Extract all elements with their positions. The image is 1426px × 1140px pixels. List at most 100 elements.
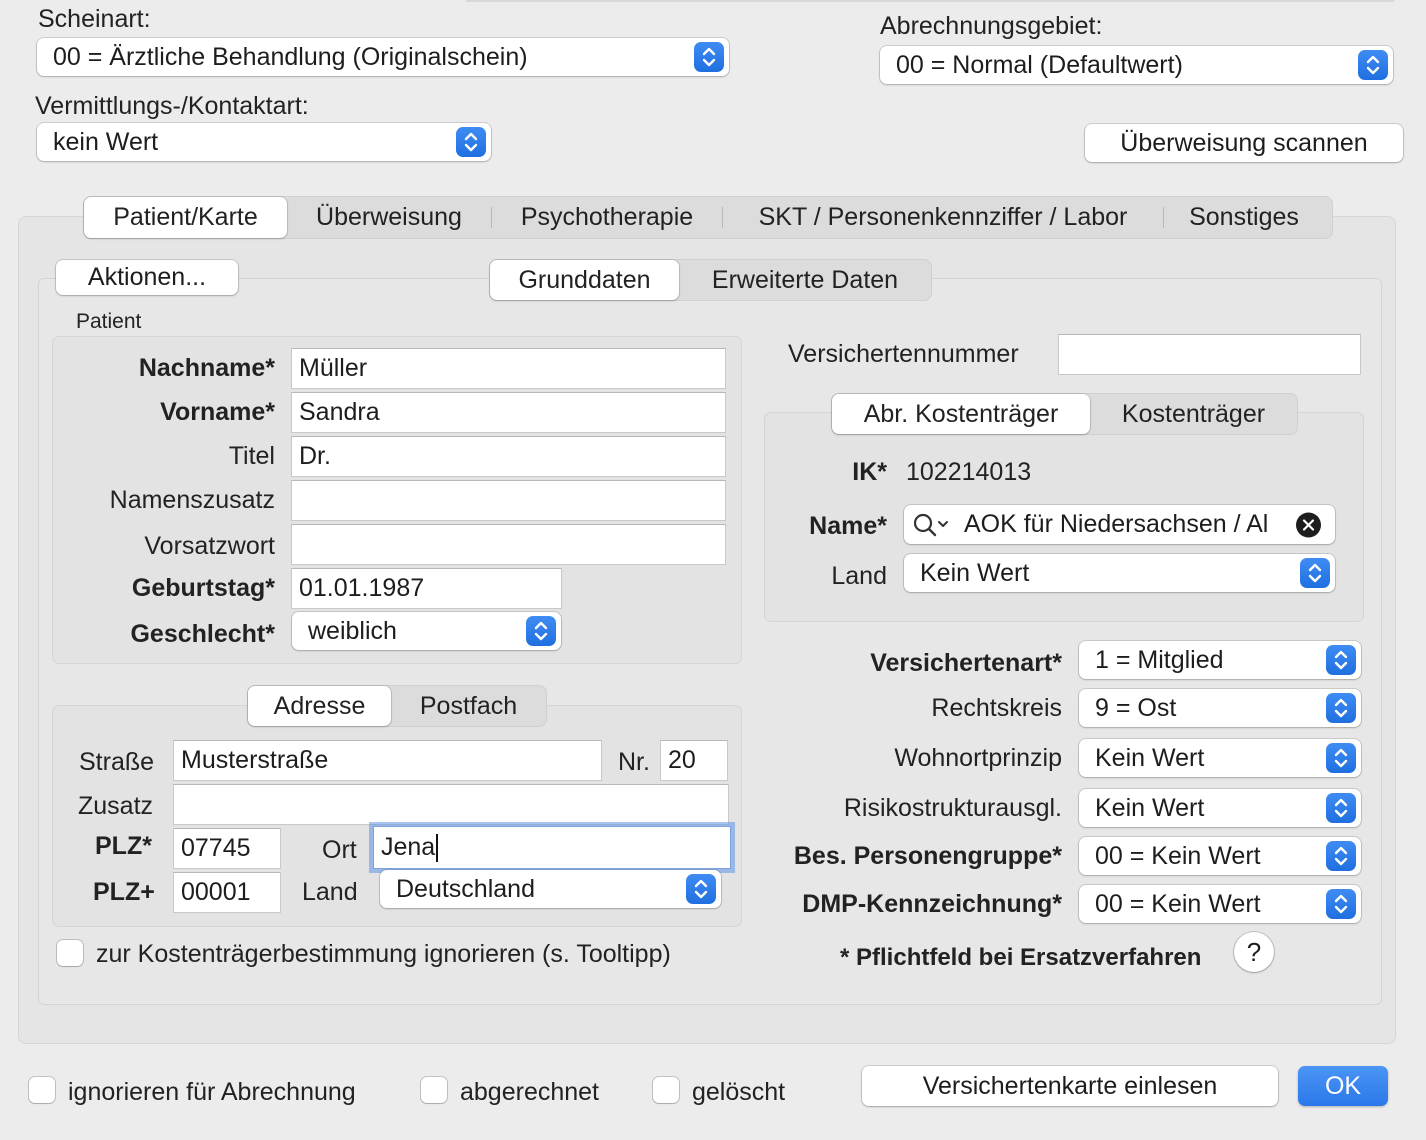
deleted-label: gelöscht: [692, 1078, 786, 1106]
read-card-button[interactable]: Versichertenkarte einlesen: [862, 1066, 1278, 1106]
stepper-icon: [1358, 50, 1388, 80]
tab-ueberweisung[interactable]: Überweisung: [287, 197, 491, 238]
stepper-icon: [1326, 889, 1356, 919]
strasse-value: Musterstraße: [181, 746, 329, 774]
geburtstag-label: Geburtstag*: [131, 574, 275, 602]
plz-value: 07745: [181, 834, 251, 862]
ort-field[interactable]: Jena: [373, 826, 731, 869]
address-tabs: Adresse Postfach: [247, 685, 547, 727]
plz-field[interactable]: 07745: [173, 828, 281, 869]
help-button[interactable]: ?: [1234, 932, 1274, 972]
geschlecht-value: weiblich: [308, 616, 397, 645]
wohnortprinzip-select[interactable]: Kein Wert: [1079, 739, 1361, 777]
tab-patient-karte[interactable]: Patient/Karte: [84, 197, 287, 238]
wohnortprinzip-label: Wohnortprinzip: [894, 744, 1062, 772]
address-land-select[interactable]: Deutschland: [380, 870, 721, 908]
dmp-select[interactable]: 00 = Kein Wert: [1079, 885, 1361, 923]
ignore-billing-label: ignorieren für Abrechnung: [68, 1078, 356, 1106]
kt-name-value: AOK für Niedersachsen / Al: [964, 510, 1269, 538]
actions-button[interactable]: Aktionen...: [56, 260, 238, 295]
stepper-icon: [1326, 841, 1356, 871]
nachname-value: Müller: [299, 354, 368, 382]
plz-label: PLZ*: [95, 832, 152, 860]
stepper-icon: [694, 42, 724, 72]
tab-abr-kostentraeger[interactable]: Abr. Kostenträger: [832, 394, 1090, 434]
clear-icon[interactable]: [1296, 512, 1321, 537]
tab-erweiterte-daten[interactable]: Erweiterte Daten: [679, 260, 931, 300]
risiko-select[interactable]: Kein Wert: [1079, 789, 1361, 827]
namenszusatz-field[interactable]: [291, 480, 726, 521]
geschlecht-label: Geschlecht*: [130, 620, 275, 648]
titel-value: Dr.: [299, 442, 331, 470]
rechtskreis-value: 9 = Ost: [1095, 693, 1177, 722]
stepper-icon: [1326, 793, 1356, 823]
tab-kostentraeger[interactable]: Kostenträger: [1090, 394, 1297, 434]
stepper-icon: [526, 616, 556, 646]
address-land-value: Deutschland: [396, 874, 535, 903]
ort-label: Ort: [322, 836, 357, 864]
versichertenart-label: Versichertenart*: [870, 649, 1062, 677]
vermittlung-label: Vermittlungs-/Kontaktart:: [35, 92, 309, 120]
tab-postfach[interactable]: Postfach: [391, 686, 546, 726]
ok-button[interactable]: OK: [1298, 1066, 1388, 1106]
geschlecht-select[interactable]: weiblich: [292, 612, 561, 650]
stepper-icon: [686, 874, 716, 904]
tab-skt[interactable]: SKT / Personenkennziffer / Labor: [723, 197, 1163, 238]
personengruppe-select[interactable]: 00 = Kein Wert: [1079, 837, 1361, 875]
vermittlung-select[interactable]: kein Wert: [37, 123, 491, 161]
geburtstag-value: 01.01.1987: [299, 574, 425, 602]
zusatz-field[interactable]: [173, 784, 729, 825]
nachname-label: Nachname*: [138, 354, 275, 382]
plzplus-field[interactable]: 00001: [173, 872, 281, 913]
patient-group-label: Patient: [76, 310, 142, 333]
vorsatzwort-field[interactable]: [291, 524, 726, 565]
sub-tabs: Grunddaten Erweiterte Daten: [489, 259, 932, 301]
main-tabs: Patient/Karte Überweisung Psychotherapie…: [83, 196, 1333, 239]
versichertennummer-label: Versichertennummer: [788, 340, 1019, 368]
nr-field[interactable]: 20: [660, 740, 728, 781]
versichertennummer-field[interactable]: [1058, 334, 1361, 375]
dmp-label: DMP-Kennzeichnung*: [802, 890, 1062, 918]
stepper-icon: [456, 127, 486, 157]
tab-adresse[interactable]: Adresse: [248, 686, 391, 726]
scheinart-value: 00 = Ärztliche Behandlung (Originalschei…: [53, 42, 528, 71]
billed-label: abgerechnet: [460, 1078, 600, 1106]
vermittlung-value: kein Wert: [53, 127, 159, 156]
deleted-checkbox[interactable]: [653, 1077, 679, 1103]
personengruppe-label: Bes. Personengruppe*: [793, 842, 1062, 870]
kt-land-select[interactable]: Kein Wert: [904, 554, 1335, 592]
strasse-label: Straße: [79, 748, 155, 776]
strasse-field[interactable]: Musterstraße: [173, 740, 602, 781]
ignore-cost-checkbox[interactable]: [57, 940, 83, 966]
dmp-value: 00 = Kein Wert: [1095, 889, 1261, 918]
scan-referral-button[interactable]: Überweisung scannen: [1085, 124, 1403, 162]
tab-grunddaten[interactable]: Grunddaten: [490, 260, 679, 300]
abrechnungsgebiet-label: Abrechnungsgebiet:: [880, 12, 1103, 40]
ignore-billing-checkbox[interactable]: [29, 1077, 55, 1103]
address-land-label: Land: [302, 878, 358, 906]
stepper-icon: [1326, 645, 1356, 675]
kt-land-value: Kein Wert: [920, 558, 1030, 587]
plzplus-value: 00001: [181, 878, 251, 906]
abrechnungsgebiet-select[interactable]: 00 = Normal (Defaultwert): [880, 46, 1393, 84]
nachname-field[interactable]: Müller: [291, 348, 726, 389]
ik-value: 102214013: [906, 458, 1032, 486]
search-icon[interactable]: [912, 512, 956, 538]
scheinart-select[interactable]: 00 = Ärztliche Behandlung (Originalschei…: [37, 38, 729, 76]
rechtskreis-select[interactable]: 9 = Ost: [1079, 689, 1361, 727]
namenszusatz-label: Namenszusatz: [109, 486, 275, 514]
scheinart-label: Scheinart:: [38, 5, 151, 33]
versichertenart-select[interactable]: 1 = Mitglied: [1079, 641, 1361, 679]
kt-name-search-field[interactable]: AOK für Niedersachsen / Al: [904, 505, 1335, 544]
vorname-label: Vorname*: [160, 398, 275, 426]
geburtstag-field[interactable]: 01.01.1987: [291, 568, 562, 609]
pflicht-note: * Pflichtfeld bei Ersatzverfahren: [840, 944, 1202, 971]
tab-sonstiges[interactable]: Sonstiges: [1164, 197, 1324, 238]
titel-field[interactable]: Dr.: [291, 436, 726, 477]
vorname-field[interactable]: Sandra: [291, 392, 726, 433]
text-caret: [436, 833, 439, 862]
billed-checkbox[interactable]: [421, 1077, 447, 1103]
tab-psychotherapie[interactable]: Psychotherapie: [492, 197, 722, 238]
titel-label: Titel: [228, 442, 275, 470]
nr-label: Nr.: [618, 748, 650, 776]
